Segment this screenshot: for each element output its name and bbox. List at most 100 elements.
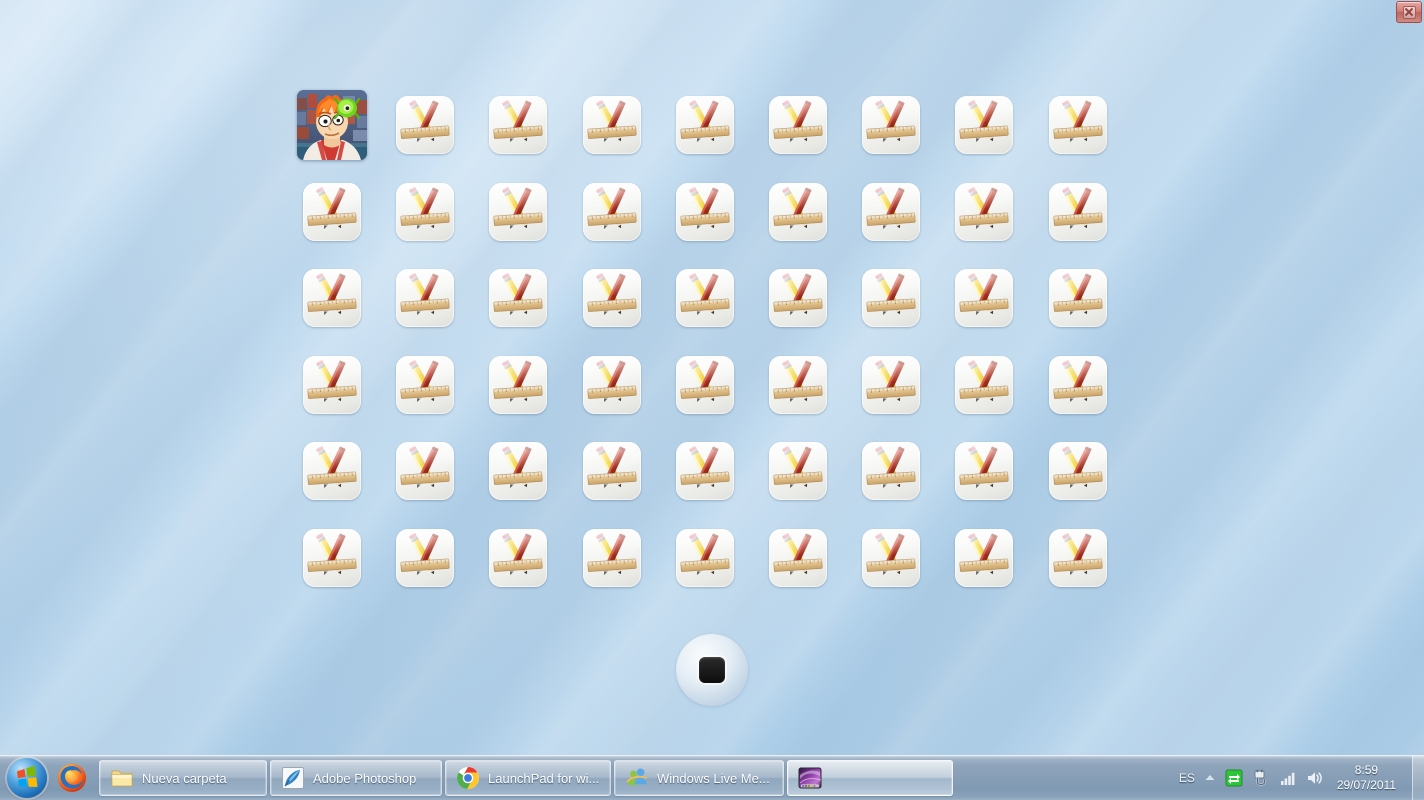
applications-folder-icon[interactable]	[489, 269, 548, 327]
applications-folder-icon[interactable]	[675, 528, 734, 587]
taskbar-button[interactable]: LaunchPad for wi...	[445, 760, 611, 796]
applications-folder-icon[interactable]	[862, 96, 921, 154]
fry-meme-icon[interactable]	[297, 90, 367, 160]
applications-folder-icon[interactable]	[675, 269, 734, 327]
applications-folder-icon	[773, 186, 823, 229]
applications-folder-icon	[1052, 100, 1103, 143]
applications-folder-icon[interactable]	[955, 96, 1014, 154]
applications-folder-icon[interactable]	[955, 442, 1014, 500]
applications-folder-icon[interactable]	[862, 442, 921, 500]
applications-folder-icon[interactable]	[489, 182, 548, 241]
applications-folder-icon[interactable]	[768, 96, 827, 154]
applications-folder-icon[interactable]	[489, 442, 548, 500]
applications-folder-icon[interactable]	[582, 269, 641, 327]
applications-folder-icon[interactable]	[303, 182, 361, 241]
network-sync-icon[interactable]	[1225, 769, 1243, 787]
applications-folder-icon[interactable]	[1048, 182, 1107, 241]
applications-folder-icon[interactable]	[582, 355, 641, 414]
applications-folder-icon[interactable]	[303, 269, 361, 327]
taskbar-button[interactable]	[787, 760, 953, 796]
applications-folder-icon[interactable]	[396, 182, 455, 241]
applications-folder-icon[interactable]	[955, 269, 1014, 327]
applications-folder-icon[interactable]	[675, 355, 734, 414]
applications-folder-icon[interactable]	[1048, 269, 1107, 327]
launchpad-cell	[768, 442, 862, 529]
applications-folder-icon[interactable]	[675, 182, 734, 241]
safely-remove-hardware-icon[interactable]	[1252, 769, 1270, 787]
applications-folder-icon[interactable]	[862, 355, 921, 414]
applications-folder-icon	[680, 186, 730, 229]
applications-folder-icon[interactable]	[768, 442, 827, 500]
applications-folder-icon[interactable]	[955, 182, 1014, 241]
applications-folder-icon[interactable]	[955, 355, 1014, 414]
applications-folder-icon[interactable]	[1048, 96, 1107, 154]
show-desktop-button[interactable]	[1412, 755, 1424, 800]
applications-folder-icon	[773, 100, 823, 143]
applications-folder-icon[interactable]	[489, 355, 548, 414]
applications-tools-glyph	[769, 96, 827, 154]
applications-folder-icon[interactable]	[768, 182, 827, 241]
applications-folder-icon[interactable]	[768, 355, 827, 414]
applications-tools-glyph	[676, 269, 734, 327]
applications-folder-icon[interactable]	[582, 528, 641, 587]
applications-folder-icon[interactable]	[303, 355, 361, 414]
applications-tools-glyph	[676, 529, 734, 587]
taskbar-button[interactable]: Nueva carpeta	[99, 760, 267, 796]
launchpad-cell	[768, 182, 862, 270]
launchpad-overlay[interactable]	[0, 0, 1424, 755]
applications-folder-icon[interactable]	[862, 182, 921, 241]
applications-folder-icon[interactable]	[303, 442, 361, 500]
network-signal-icon[interactable]	[1279, 769, 1297, 787]
launchpad-cell	[862, 355, 955, 443]
applications-tools-glyph	[955, 269, 1013, 327]
applications-folder-icon[interactable]	[396, 528, 455, 587]
applications-folder-icon	[493, 100, 543, 143]
applications-folder-icon	[680, 446, 730, 489]
applications-folder-icon[interactable]	[675, 442, 734, 500]
applications-tools-glyph	[1049, 96, 1107, 154]
clock[interactable]: 8:59 29/07/2011	[1333, 763, 1404, 793]
language-indicator[interactable]: ES	[1179, 771, 1195, 785]
applications-folder-icon[interactable]	[489, 96, 548, 154]
applications-folder-icon	[493, 273, 543, 316]
applications-folder-icon[interactable]	[396, 355, 455, 414]
clock-time: 8:59	[1354, 763, 1379, 777]
volume-speaker-icon[interactable]	[1306, 769, 1324, 787]
applications-folder-icon[interactable]	[675, 96, 734, 154]
applications-tools-glyph	[769, 269, 827, 327]
applications-folder-icon	[866, 273, 916, 316]
taskbar-button[interactable]: Adobe Photoshop	[270, 760, 442, 796]
applications-folder-icon[interactable]	[396, 96, 455, 154]
launchpad-cell	[396, 442, 489, 529]
applications-folder-icon[interactable]	[955, 528, 1014, 587]
applications-tools-glyph	[303, 529, 361, 587]
applications-folder-icon[interactable]	[768, 528, 827, 587]
applications-folder-icon[interactable]	[768, 269, 827, 327]
applications-folder-icon	[1052, 532, 1103, 575]
close-icon	[1402, 5, 1416, 19]
applications-folder-icon[interactable]	[1048, 528, 1107, 587]
applications-folder-icon[interactable]	[862, 528, 921, 587]
applications-folder-icon[interactable]	[1048, 442, 1107, 500]
applications-folder-icon[interactable]	[396, 442, 455, 500]
applications-tools-glyph	[676, 183, 734, 241]
applications-folder-icon	[866, 186, 916, 229]
applications-folder-icon[interactable]	[396, 269, 455, 327]
taskbar-button[interactable]: Windows Live Me...	[614, 760, 784, 796]
start-button[interactable]	[7, 758, 47, 798]
applications-folder-icon[interactable]	[303, 528, 361, 587]
applications-folder-icon	[587, 532, 637, 575]
quick-launch-firefox[interactable]	[55, 761, 89, 795]
applications-folder-icon[interactable]	[582, 182, 641, 241]
show-hidden-icons-chevron-icon[interactable]	[1204, 772, 1216, 784]
system-tray: ES 8:59 29/07/2011	[1179, 763, 1410, 793]
applications-folder-icon[interactable]	[862, 269, 921, 327]
applications-folder-icon[interactable]	[582, 442, 641, 500]
applications-folder-icon[interactable]	[582, 96, 641, 154]
page-dot-icon[interactable]	[676, 634, 748, 706]
launchpad-cell	[1048, 182, 1142, 270]
applications-folder-icon[interactable]	[1048, 355, 1107, 414]
launchpad-cell	[955, 269, 1048, 356]
applications-folder-icon[interactable]	[489, 528, 548, 587]
close-button[interactable]	[1396, 1, 1422, 23]
